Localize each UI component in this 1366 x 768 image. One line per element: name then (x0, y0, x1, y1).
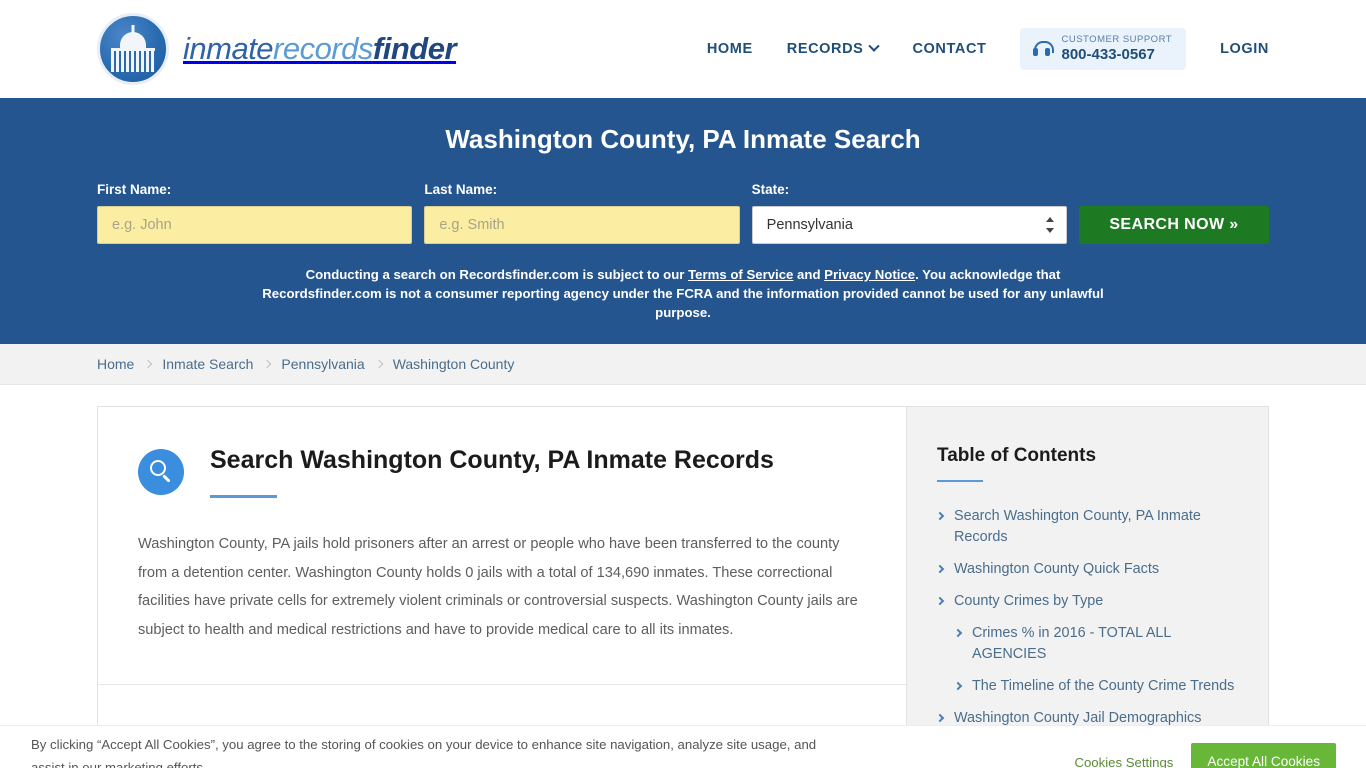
breadcrumb-item-home[interactable]: Home (97, 356, 134, 372)
toc-item-search-records[interactable]: Search Washington County, PA Inmate Reco… (935, 506, 1238, 548)
last-name-input[interactable] (424, 206, 740, 244)
headset-icon (1032, 39, 1055, 59)
first-name-field-group: First Name: (97, 182, 413, 244)
cookie-consent-banner: By clicking “Accept All Cookies”, you ag… (0, 725, 1366, 768)
chevron-right-icon (953, 628, 963, 638)
brand-part-2: records (273, 31, 373, 66)
nav-item-login[interactable]: LOGIN (1220, 41, 1269, 57)
nav-item-contact[interactable]: CONTACT (912, 41, 986, 57)
chevron-right-icon (263, 360, 272, 369)
breadcrumb-item-pennsylvania[interactable]: Pennsylvania (281, 356, 364, 372)
nav-label: HOME (706, 40, 753, 57)
main-content-card: Search Washington County, PA Inmate Reco… (97, 406, 907, 768)
toc-item-county-crimes-by-type[interactable]: County Crimes by Type (935, 591, 1238, 612)
section-header: Search Washington County, PA Inmate Reco… (138, 445, 866, 499)
brand-part-3: finder (372, 31, 457, 66)
main-navigation: HOME RECORDS CONTACT CUSTOMER SUPPORT 80… (707, 27, 1269, 71)
search-now-button[interactable]: SEARCH NOW » (1078, 206, 1269, 244)
search-disclaimer: Conducting a search on Recordsfinder.com… (261, 265, 1106, 322)
capitol-dome-icon (97, 13, 169, 85)
brand-wordmark: inmaterecordsfinder (183, 31, 457, 67)
last-name-label: Last Name: (424, 182, 498, 197)
content-area: Search Washington County, PA Inmate Reco… (0, 385, 1366, 768)
state-select[interactable]: Pennsylvania (751, 206, 1067, 244)
state-select-wrap: Pennsylvania (751, 206, 1067, 244)
title-accent-bar (210, 495, 277, 499)
first-name-label: First Name: (97, 182, 172, 197)
chevron-down-icon (868, 40, 881, 52)
search-form: First Name: Last Name: State: Pennsylvan… (97, 182, 1269, 244)
accept-all-cookies-button[interactable]: Accept All Cookies (1191, 743, 1336, 768)
toc-link[interactable]: County Crimes by Type (954, 591, 1103, 612)
section-title-block: Search Washington County, PA Inmate Reco… (210, 445, 774, 499)
disclaimer-part-1: Conducting a search on Recordsfinder.com… (305, 267, 689, 282)
toc-title: Table of Contents (937, 445, 1097, 467)
support-text: CUSTOMER SUPPORT 800-433-0567 (1061, 33, 1173, 63)
terms-of-service-link[interactable]: Terms of Service (688, 267, 793, 282)
toc-list: Search Washington County, PA Inmate Reco… (935, 506, 1238, 728)
chevron-right-icon (374, 360, 383, 369)
toc-accent-bar (937, 480, 983, 483)
toc-item-crime-trends-timeline[interactable]: The Timeline of the County Crime Trends (937, 676, 1238, 697)
page-title: Washington County, PA Inmate Search (445, 124, 921, 154)
state-field-group: State: Pennsylvania (751, 182, 1067, 244)
section-title: Search Washington County, PA Inmate Reco… (210, 446, 774, 475)
chevron-right-icon (144, 360, 153, 369)
customer-support-box[interactable]: CUSTOMER SUPPORT 800-433-0567 (1020, 27, 1187, 71)
cookies-settings-link[interactable]: Cookies Settings (1074, 755, 1173, 768)
brand-logo[interactable]: inmaterecordsfinder (97, 13, 457, 85)
chevron-right-icon (935, 713, 945, 722)
breadcrumb-item-inmate-search[interactable]: Inmate Search (162, 356, 253, 372)
breadcrumb-item-current: Washington County (392, 356, 515, 373)
state-label: State: (751, 182, 790, 197)
last-name-field-group: Last Name: (424, 182, 740, 244)
table-of-contents-sidebar: Table of Contents Search Washington Coun… (907, 406, 1269, 768)
chevron-right-icon (935, 512, 945, 521)
hero-search-section: Washington County, PA Inmate Search Firs… (0, 98, 1366, 345)
nav-item-records[interactable]: RECORDS (786, 40, 881, 57)
toc-link[interactable]: Crimes % in 2016 - TOTAL ALL AGENCIES (972, 623, 1238, 665)
toc-link[interactable]: Search Washington County, PA Inmate Reco… (954, 506, 1238, 548)
search-circle-icon (138, 449, 184, 496)
brand-part-1: inmate (183, 31, 274, 66)
cookie-banner-text: By clicking “Accept All Cookies”, you ag… (31, 737, 817, 768)
toc-item-crimes-percent-2016[interactable]: Crimes % in 2016 - TOTAL ALL AGENCIES (937, 623, 1238, 665)
disclaimer-part-2: and (793, 267, 825, 282)
nav-label: RECORDS (786, 40, 864, 57)
cookie-banner-actions: Cookies Settings Accept All Cookies (1074, 733, 1336, 768)
section-body-text: Washington County, PA jails hold prisone… (138, 536, 858, 638)
nav-label: CONTACT (912, 40, 987, 57)
privacy-notice-link[interactable]: Privacy Notice (824, 267, 915, 282)
breadcrumb: Home Inmate Search Pennsylvania Washingt… (0, 344, 1366, 386)
toc-link[interactable]: The Timeline of the County Crime Trends (972, 676, 1234, 697)
first-name-input[interactable] (97, 206, 413, 244)
nav-label: LOGIN (1220, 40, 1269, 57)
nav-item-home[interactable]: HOME (707, 41, 753, 57)
site-header: inmaterecordsfinder HOME RECORDS CONTACT… (0, 0, 1366, 98)
chevron-right-icon (935, 564, 945, 574)
chevron-right-icon (953, 681, 963, 690)
support-phone: 800-433-0567 (1061, 45, 1155, 63)
support-label: CUSTOMER SUPPORT (1061, 33, 1173, 45)
toc-link[interactable]: Washington County Quick Facts (954, 559, 1159, 580)
toc-item-quick-facts[interactable]: Washington County Quick Facts (935, 559, 1238, 580)
chevron-right-icon (935, 596, 945, 606)
search-records-section: Search Washington County, PA Inmate Reco… (98, 407, 906, 684)
